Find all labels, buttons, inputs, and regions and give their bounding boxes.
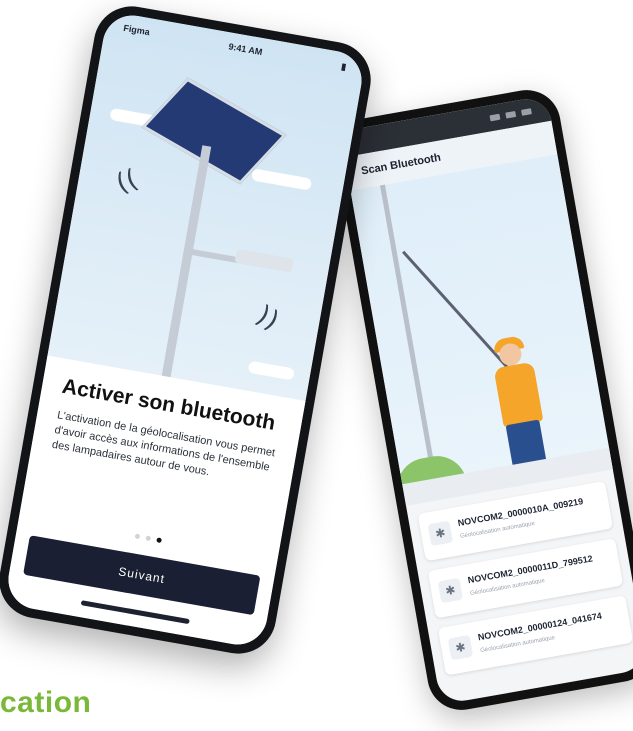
worker-illustration: [350, 154, 613, 506]
bluetooth-icon: ✱: [447, 634, 474, 661]
signal-waves-icon: )): [251, 300, 284, 337]
pager-dots: [134, 533, 163, 544]
pager-dot-active: [156, 537, 163, 544]
screen-title: Scan Bluetooth: [360, 151, 442, 178]
pager-dot: [134, 533, 141, 540]
scan-phone-mockup: Scan Bluetooth ✱ NOVCOM2_0000010A_009219…: [329, 84, 633, 716]
cloud: [251, 168, 313, 191]
scan-screen: Scan Bluetooth ✱ NOVCOM2_0000010A_009219…: [340, 95, 633, 705]
street-lamp-pole: [380, 184, 438, 481]
solar-panel: [141, 77, 287, 185]
battery-icon: ▮: [340, 60, 348, 72]
signal-waves-icon: ((: [112, 164, 142, 200]
onboarding-phone-mockup: (( )) Figma 9:41 AM ▮ Activer son blueto…: [0, 0, 377, 660]
cloud: [247, 360, 295, 381]
carrier-label: Figma: [122, 22, 151, 38]
next-button[interactable]: Suivant: [23, 535, 261, 616]
signal-icon: [489, 113, 501, 122]
bluetooth-icon: ✱: [427, 520, 454, 547]
home-indicator: [80, 600, 190, 625]
bluetooth-icon: ✱: [437, 577, 464, 604]
onboarding-card: Activer son bluetooth L'activation de la…: [3, 355, 306, 650]
worker-body: [493, 361, 544, 428]
cropped-heading: cation: [0, 686, 92, 719]
lamp-pole: [158, 145, 212, 393]
onboarding-screen: (( )) Figma 9:41 AM ▮ Activer son blueto…: [3, 10, 367, 650]
clock: 9:41 AM: [227, 41, 264, 58]
wifi-icon: [505, 110, 517, 119]
pager-dot: [145, 535, 152, 542]
battery-icon: [521, 108, 532, 116]
lamp-head: [234, 248, 295, 273]
device-list: ✱ NOVCOM2_0000010A_009219 Géolocalisatio…: [406, 469, 633, 677]
